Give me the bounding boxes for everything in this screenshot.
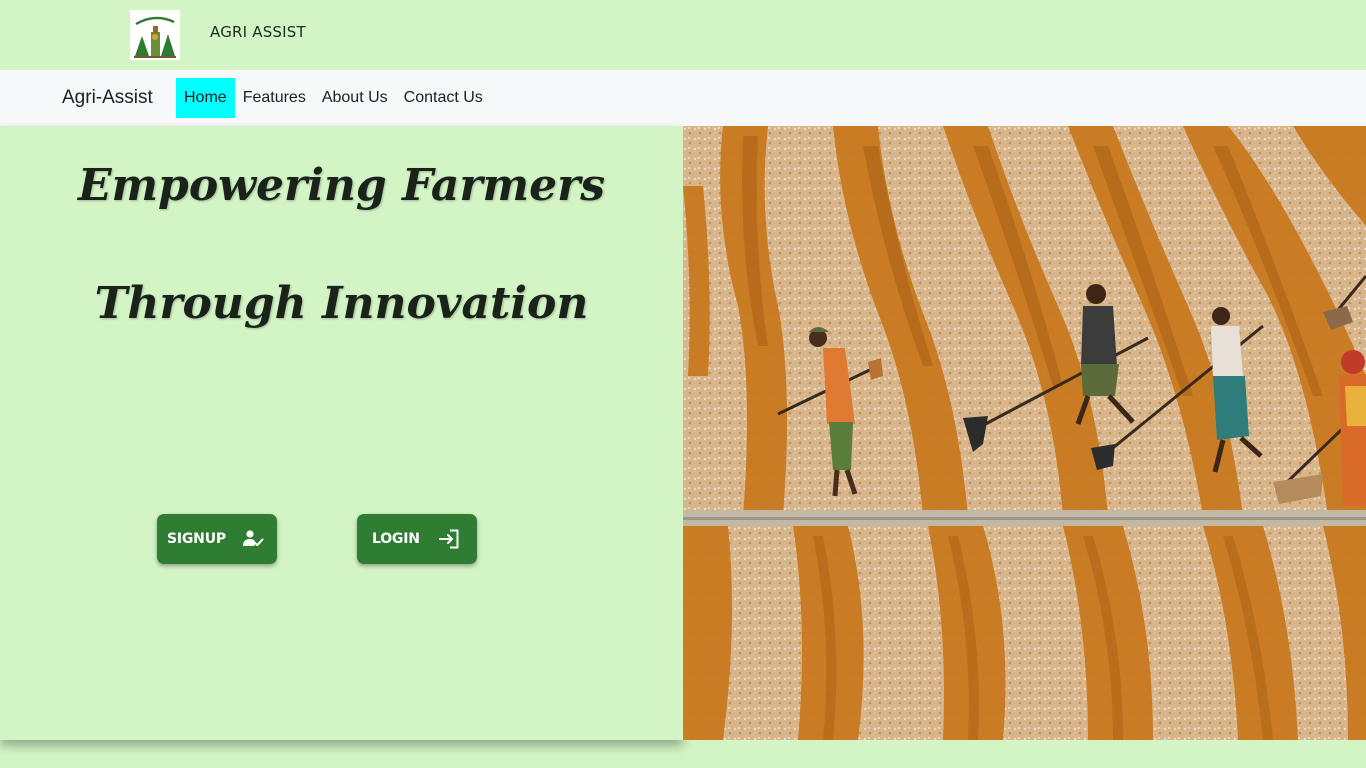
agri-assist-logo[interactable]	[130, 10, 180, 60]
nav-features[interactable]: Features	[235, 78, 314, 118]
nav-contact-us[interactable]: Contact Us	[396, 78, 491, 118]
logo-image	[130, 10, 180, 60]
nav-home[interactable]: Home	[176, 78, 235, 118]
hero-panel: Empowering Farmers Through Innovation SI…	[0, 126, 683, 740]
nav-about-us[interactable]: About Us	[314, 78, 396, 118]
farm-grain-drying-photo	[683, 126, 1366, 740]
hero-headline-line-1: Empowering Farmers	[77, 160, 606, 211]
nav-links: Home Features About Us Contact Us	[176, 78, 491, 118]
hero-headline-line-2: Through Innovation	[94, 278, 589, 329]
login-icon	[438, 528, 460, 550]
top-header: AGRI ASSIST	[0, 0, 1366, 70]
login-button[interactable]: LOGIN	[357, 514, 477, 564]
login-button-label: LOGIN	[372, 531, 420, 547]
site-title: AGRI ASSIST	[210, 23, 306, 41]
hero-image	[683, 126, 1366, 740]
user-check-icon	[242, 528, 264, 550]
signup-button[interactable]: SIGNUP	[157, 514, 277, 564]
signup-button-label: SIGNUP	[167, 531, 226, 547]
navbar: Agri-Assist Home Features About Us Conta…	[0, 70, 1366, 126]
navbar-brand[interactable]: Agri-Assist	[62, 87, 153, 109]
